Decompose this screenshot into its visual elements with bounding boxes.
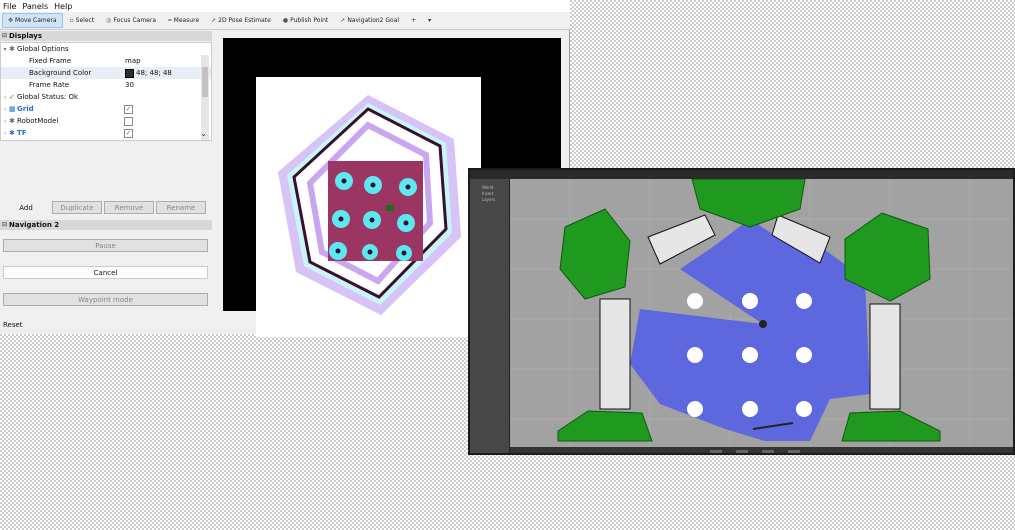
goal-icon: ➚ <box>340 17 346 24</box>
map-canvas <box>256 77 481 337</box>
fixed-frame-value[interactable]: map <box>125 57 141 65</box>
navigation-panel-title: ⊟ Navigation 2 <box>0 220 212 230</box>
tool-label: Navigation2 Goal <box>347 17 400 24</box>
tool-menu-button[interactable]: ▾ <box>423 13 436 28</box>
move-icon: ✥ <box>8 17 14 24</box>
pose-icon: ➚ <box>211 17 217 24</box>
tool-label: Move Camera <box>15 17 57 24</box>
tree-row-robot-model[interactable]: › ✱ RobotModel <box>1 115 211 127</box>
scrollbar-thumb[interactable] <box>202 67 208 97</box>
expand-arrow-icon[interactable]: › <box>1 118 9 125</box>
tree-row-background-color[interactable]: Background Color 48; 48; 48 <box>1 67 211 79</box>
tool-select[interactable]: ▫ Select <box>65 13 100 28</box>
reset-time-icon[interactable] <box>788 449 800 453</box>
tool-publish-point[interactable]: ● Publish Point <box>278 13 333 28</box>
displays-title: ⊟ Displays <box>0 31 212 41</box>
cancel-button[interactable]: Cancel <box>3 266 208 279</box>
panel-icon: ⊟ <box>2 221 8 228</box>
add-button[interactable]: Add <box>2 201 50 214</box>
tool-2d-pose-estimate[interactable]: ➚ 2D Pose Estimate <box>206 13 276 28</box>
plus-icon: + <box>411 17 417 24</box>
tree-row-global-options[interactable]: ▾ ✱ Global Options <box>1 43 211 55</box>
tree-row-fixed-frame[interactable]: Fixed Frame map <box>1 55 211 67</box>
reset-button[interactable]: Reset <box>3 321 23 329</box>
robot-marker <box>386 205 394 211</box>
robot-model-checkbox[interactable] <box>124 116 133 126</box>
displays-title-text: Displays <box>9 32 43 40</box>
tree-row-frame-rate[interactable]: Frame Rate 30 <box>1 79 211 91</box>
check-icon: ✓ <box>9 93 15 101</box>
tool-focus-camera[interactable]: ◎ Focus Camera <box>101 13 161 28</box>
fixed-frame-label: Fixed Frame <box>29 57 72 65</box>
gazebo-status-bar <box>510 447 1013 453</box>
tf-label: TF <box>17 129 27 137</box>
simulation-world <box>510 179 1013 447</box>
tf-icon: ✱ <box>9 129 15 137</box>
tree-row-global-status[interactable]: › ✓ Global Status: Ok <box>1 91 211 103</box>
step-icon[interactable] <box>736 449 748 453</box>
robot-lidar <box>759 320 767 328</box>
panel-icon: ⊟ <box>2 32 8 39</box>
grid-icon: ▦ <box>9 105 16 113</box>
tool-navigation2-goal[interactable]: ➚ Navigation2 Goal <box>335 13 404 28</box>
waypoint-mode-button[interactable]: Waypoint mode <box>3 293 208 306</box>
background-color-label: Background Color <box>29 69 92 77</box>
gear-icon: ✱ <box>9 45 15 53</box>
measure-icon: ━ <box>168 17 172 24</box>
time-readout <box>762 449 774 453</box>
tool-label: 2D Pose Estimate <box>218 17 271 24</box>
duplicate-button[interactable]: Duplicate <box>52 201 102 214</box>
chevron-down-icon[interactable]: ⌄ <box>200 129 207 138</box>
frame-rate-value[interactable]: 30 <box>125 81 134 89</box>
tool-label: Select <box>75 17 95 24</box>
tool-move-camera[interactable]: ✥ Move Camera <box>2 13 63 28</box>
expand-arrow-icon[interactable]: › <box>1 106 9 113</box>
grid-checkbox[interactable]: ✓ <box>124 104 133 114</box>
displays-panel: ⊟ Displays ▾ ✱ Global Options Fixed Fram… <box>0 31 212 221</box>
rename-button[interactable]: Rename <box>156 201 206 214</box>
background-color-value[interactable]: 48; 48; 48 <box>125 68 172 78</box>
navigation-title-text: Navigation 2 <box>9 221 60 229</box>
grid-label: Grid <box>17 105 34 113</box>
background-color-text: 48; 48; 48 <box>136 69 172 77</box>
tool-label: Focus Camera <box>113 17 157 24</box>
costmap-graphic <box>278 95 461 315</box>
expand-arrow-icon[interactable]: › <box>1 130 9 137</box>
tf-checkbox[interactable]: ✓ <box>124 128 133 138</box>
frame-rate-label: Frame Rate <box>29 81 70 89</box>
menu-help[interactable]: Help <box>54 2 72 11</box>
tree-row-tf[interactable]: › ✱ TF ✓ <box>1 127 211 139</box>
publish-icon: ● <box>282 17 289 24</box>
displays-tree: ▾ ✱ Global Options Fixed Frame map Backg… <box>0 42 212 141</box>
tool-label: Publish Point <box>290 17 329 24</box>
global-status-label: Global Status: Ok <box>17 93 79 101</box>
gazebo-window: World Insert Layers <box>468 168 1015 455</box>
color-swatch[interactable] <box>125 68 134 78</box>
chevron-down-icon: ▾ <box>428 17 432 24</box>
tool-measure[interactable]: ━ Measure <box>163 13 204 28</box>
menu-panels[interactable]: Panels <box>22 2 48 11</box>
displays-button-row: Add Duplicate Remove Rename <box>0 201 212 215</box>
expand-arrow-icon[interactable]: ▾ <box>1 46 9 53</box>
robot-model-label: RobotModel <box>17 117 59 125</box>
select-icon: ▫ <box>69 17 74 24</box>
gazebo-side-panel: World Insert Layers <box>470 179 510 453</box>
menu-file[interactable]: File <box>3 2 16 11</box>
focus-icon: ◎ <box>106 17 112 24</box>
global-options-label: Global Options <box>17 45 69 53</box>
gazebo-scene[interactable] <box>510 179 1013 447</box>
play-icon[interactable] <box>710 449 722 453</box>
tool-label: Measure <box>173 17 200 24</box>
tree-row-grid[interactable]: › ▦ Grid ✓ <box>1 103 211 115</box>
robot-icon: ✱ <box>9 117 15 125</box>
menu-bar: File Panels Help <box>0 0 570 12</box>
gazebo-menu-layers[interactable]: Layers <box>470 197 509 203</box>
remove-button[interactable]: Remove <box>104 201 154 214</box>
add-tool-button[interactable]: + <box>406 13 421 28</box>
gazebo-titlebar <box>470 170 1013 179</box>
toolbar: ✥ Move Camera ▫ Select ◎ Focus Camera ━ … <box>0 12 570 30</box>
pause-button[interactable]: Pause <box>3 239 208 252</box>
expand-arrow-icon[interactable]: › <box>1 94 9 101</box>
